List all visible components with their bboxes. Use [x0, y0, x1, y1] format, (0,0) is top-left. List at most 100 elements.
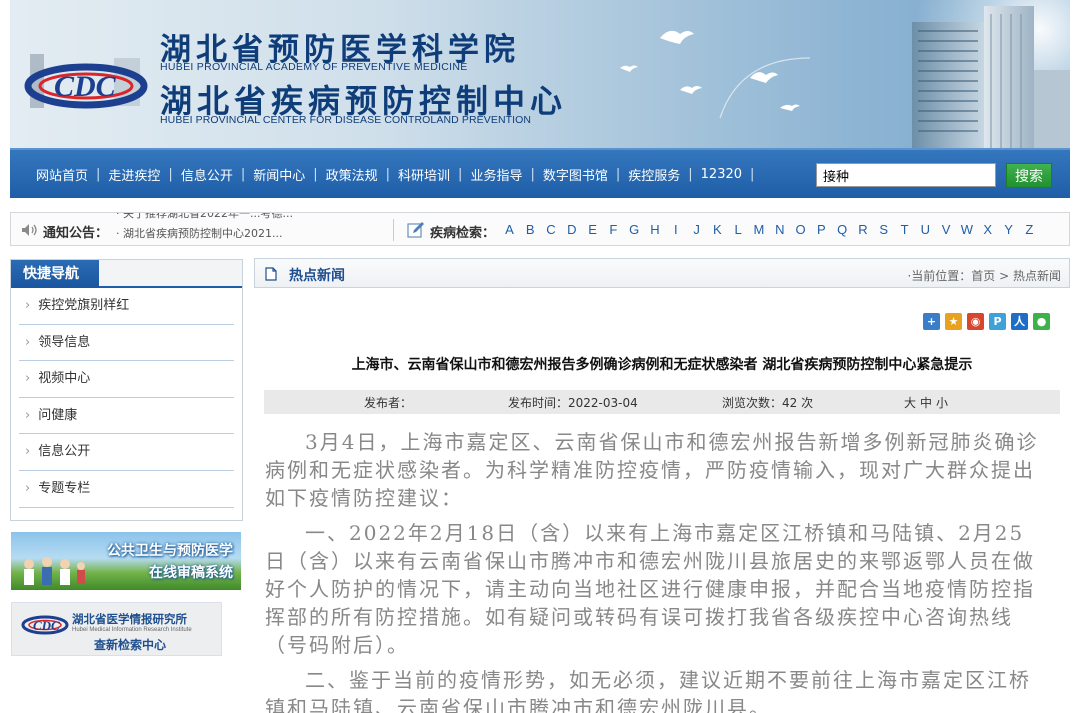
- notice-item[interactable]: · 湖北省疾病预防控制中心2021...: [116, 224, 386, 244]
- plus-share-icon[interactable]: +: [923, 313, 940, 330]
- qzone-icon[interactable]: ★: [945, 313, 962, 330]
- letter-link[interactable]: J: [686, 222, 707, 237]
- chevron-right-icon: ›: [25, 298, 31, 313]
- article-title: 上海市、云南省保山市和德宏州报告多例确诊病例和无症状感染者 湖北省疾病预防控制中…: [351, 357, 973, 373]
- search-button[interactable]: 搜索: [1006, 163, 1052, 188]
- letter-link[interactable]: X: [977, 222, 998, 237]
- letter-link[interactable]: T: [894, 222, 915, 237]
- letter-link[interactable]: D: [561, 222, 582, 237]
- article-paragraph: 一、2022年2月18日（含）以来有上海市嘉定区江桥镇和马陆镇、2月25日（含）…: [265, 521, 1035, 657]
- breadcrumb-current-link[interactable]: 热点新闻: [1013, 269, 1061, 283]
- banner-subtitle: 在线审稿系统: [149, 565, 233, 581]
- font-size-medium[interactable]: 中: [920, 396, 932, 410]
- letter-link[interactable]: Q: [832, 222, 853, 237]
- letter-link[interactable]: U: [915, 222, 936, 237]
- tencent-weibo-icon[interactable]: P: [989, 313, 1006, 330]
- letter-link[interactable]: B: [520, 222, 541, 237]
- breadcrumb-separator: >: [995, 269, 1013, 283]
- notice-scroller: · 关于推荐湖北省2022年一...考德... · 湖北省疾病预防控制中心202…: [116, 213, 386, 245]
- letter-link[interactable]: K: [707, 222, 728, 237]
- letter-link[interactable]: R: [853, 222, 874, 237]
- sidebar-item-label: 信息公开: [38, 444, 91, 460]
- breadcrumb-home-link[interactable]: 首页: [971, 269, 995, 283]
- publish-time: 发布时间：2022-03-04: [508, 396, 638, 410]
- institute-name-en: Hubei Medical Information Research Insti…: [72, 627, 192, 633]
- letter-link[interactable]: L: [728, 222, 749, 237]
- chevron-right-icon: ›: [25, 444, 31, 460]
- review-system-banner[interactable]: 公共卫生与预防医学 在线审稿系统: [11, 532, 241, 590]
- breadcrumb: ·当前位置：首页 > 热点新闻: [907, 267, 1061, 284]
- svg-text:CDC: CDC: [54, 70, 117, 103]
- notice-item[interactable]: · 关于推荐湖北省2022年一...考德...: [116, 213, 386, 224]
- quick-nav-panel: 快捷导航 › 疾控党旗别样红 › 领导信息 › 视频中心 › 问健康 › 信息公开 › 专题…: [10, 259, 243, 521]
- letter-link[interactable]: A: [499, 222, 520, 237]
- letter-link[interactable]: Z: [1019, 222, 1040, 237]
- speaker-icon: [22, 224, 37, 236]
- nav-item-library[interactable]: 数字图书馆: [535, 165, 616, 184]
- chevron-right-icon: ›: [25, 371, 31, 387]
- letter-link[interactable]: Y: [998, 222, 1019, 237]
- renren-icon[interactable]: 人: [1011, 313, 1028, 330]
- sidebar-item-label: 视频中心: [38, 371, 91, 387]
- font-size-large[interactable]: 大: [904, 396, 916, 410]
- building-illustration: [912, 6, 1070, 148]
- sidebar-item-info-public[interactable]: › 信息公开: [19, 434, 234, 471]
- nav-item-info-public[interactable]: 信息公开: [173, 165, 241, 184]
- nav-item-hotline[interactable]: 12320: [693, 167, 750, 182]
- search-input[interactable]: [816, 163, 996, 187]
- letter-link[interactable]: I: [665, 222, 686, 237]
- divider: [393, 219, 394, 241]
- letter-link[interactable]: H: [645, 222, 666, 237]
- sidebar-item-party[interactable]: › 疾控党旗别样红: [19, 288, 234, 325]
- doves-decoration-icon: [620, 30, 811, 119]
- nav-item-research[interactable]: 科研培训: [390, 165, 458, 184]
- cdc-logo-icon[interactable]: CDC: [24, 54, 154, 112]
- site-header: CDC 湖北省预防医学科学院 HUBEI PROVINCIAL ACADEMY …: [10, 0, 1070, 148]
- letter-link[interactable]: V: [936, 222, 957, 237]
- notice-bar: 通知公告： · 关于推荐湖北省2022年一...考德... · 湖北省疾病预防控…: [10, 212, 1070, 246]
- article-paragraph: 3月4日，上海市嘉定区、云南省保山市和德宏州报告新增多例新冠肺炎确诊病例和无症状…: [265, 430, 1039, 510]
- font-size-small[interactable]: 小: [936, 396, 948, 410]
- nav-items: 网站首页 | 走进疾控 | 信息公开 | 新闻中心 | 政策法规 | 科研培训 | 业务指导…: [28, 165, 754, 184]
- wechat-icon[interactable]: ●: [1033, 313, 1050, 330]
- title-en-academy: HUBEI PROVINCIAL ACADEMY OF PREVENTIVE M…: [160, 61, 468, 73]
- sidebar-item-label: 问健康: [38, 407, 78, 423]
- document-icon: [265, 267, 277, 281]
- letter-link[interactable]: M: [749, 222, 770, 237]
- article-body: 3月4日，上海市嘉定区、云南省保山市和德宏州报告新增多例新冠肺炎确诊病例和无症状…: [265, 428, 1040, 713]
- sidebar-item-leaders[interactable]: › 领导信息: [19, 325, 234, 362]
- view-count: 浏览次数：42 次: [722, 396, 814, 410]
- weibo-icon[interactable]: ◉: [967, 313, 984, 330]
- nav-item-about[interactable]: 走进疾控: [100, 165, 168, 184]
- nav-item-guidance[interactable]: 业务指导: [462, 165, 530, 184]
- font-size-switcher: 大中小: [904, 394, 952, 411]
- letter-link[interactable]: C: [541, 222, 562, 237]
- letter-link[interactable]: S: [873, 222, 894, 237]
- share-toolbar: + ★ ◉ P 人 ●: [923, 313, 1050, 330]
- sidebar-item-ask-health[interactable]: › 问健康: [19, 398, 234, 435]
- sidebar-item-video[interactable]: › 视频中心: [19, 361, 234, 398]
- letter-link[interactable]: E: [582, 222, 603, 237]
- chevron-right-icon: ›: [25, 407, 31, 423]
- sidebar-item-special[interactable]: › 专题专栏: [19, 471, 234, 508]
- letter-link[interactable]: N: [769, 222, 790, 237]
- main-content: 热点新闻 ·当前位置：首页 > 热点新闻 + ★ ◉ P 人 ● 上海市、云南省…: [254, 258, 1070, 713]
- chevron-right-icon: ›: [25, 334, 31, 350]
- letter-link[interactable]: O: [790, 222, 811, 237]
- nav-item-policy[interactable]: 政策法规: [318, 165, 386, 184]
- letter-link[interactable]: W: [957, 222, 978, 237]
- nav-item-services[interactable]: 疾控服务: [620, 165, 688, 184]
- institute-name: 湖北省医学情报研究所: [72, 612, 187, 626]
- article-paragraph: 二、鉴于当前的疫情形势，如无必须，建议近期不要前往上海市嘉定区江桥镇和马陆镇、云…: [265, 668, 1031, 713]
- nav-item-news[interactable]: 新闻中心: [245, 165, 313, 184]
- nav-item-home[interactable]: 网站首页: [28, 165, 96, 184]
- title-en-cdc: HUBEI PROVINCIAL CENTER FOR DISEASE CONT…: [160, 114, 532, 126]
- letter-link[interactable]: F: [603, 222, 624, 237]
- letter-link[interactable]: G: [624, 222, 645, 237]
- sidebar-item-label: 专题专栏: [38, 480, 91, 496]
- medical-info-institute-banner[interactable]: CDC 湖北省医学情报研究所 Hubei Medical Information…: [11, 602, 222, 656]
- main-nav: 网站首页 | 走进疾控 | 信息公开 | 新闻中心 | 政策法规 | 科研培训 | 业务指导…: [10, 148, 1070, 198]
- letter-link[interactable]: P: [811, 222, 832, 237]
- publisher-label: 发布者：: [364, 396, 413, 410]
- disease-letter-index: A B C D E F G H I J K L M N O P Q R S T …: [499, 222, 1040, 237]
